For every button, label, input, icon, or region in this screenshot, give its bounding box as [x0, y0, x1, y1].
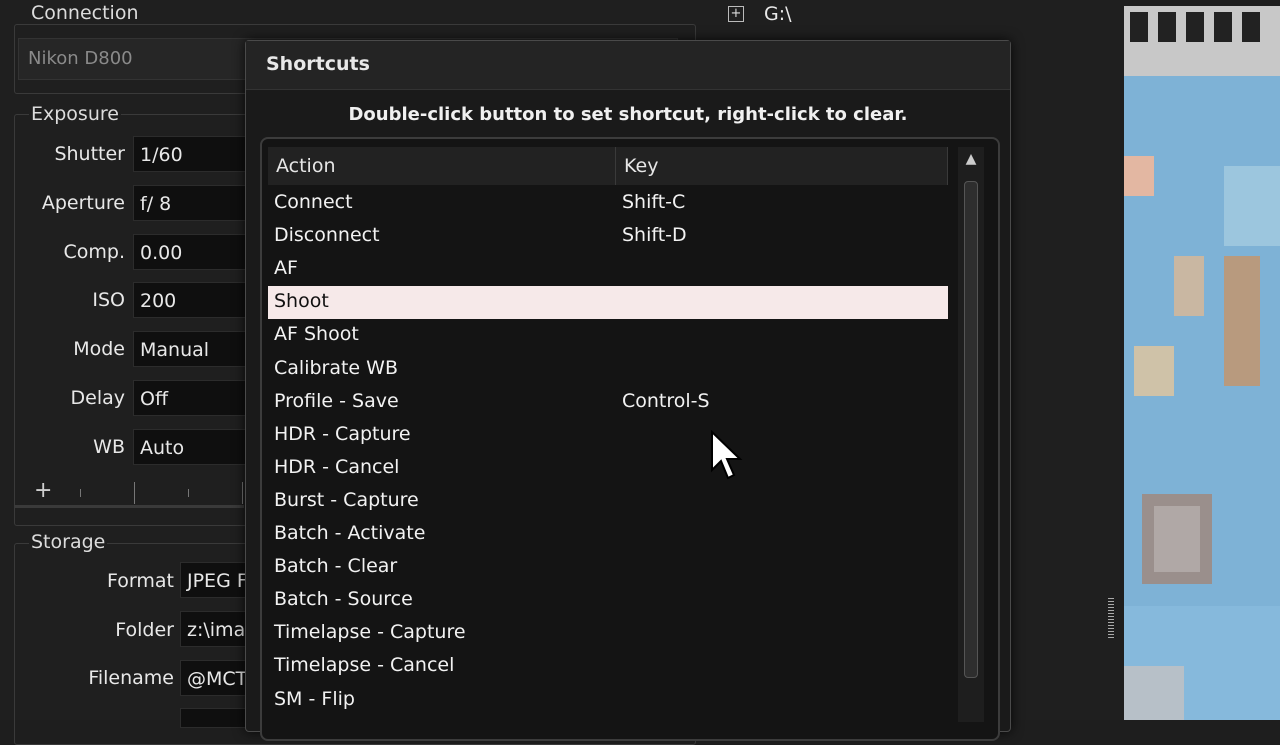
- shortcuts-dialog: Shortcuts Double-click button to set sho…: [245, 40, 1011, 741]
- shortcut-key-cell[interactable]: Shift-D: [622, 224, 687, 246]
- expand-icon[interactable]: +: [728, 6, 744, 22]
- compensation-label: Comp.: [63, 241, 126, 263]
- table-row[interactable]: Batch - Clear: [268, 551, 948, 584]
- column-header-key[interactable]: Key: [616, 147, 948, 185]
- table-row[interactable]: Connect Shift-C: [268, 187, 948, 220]
- iso-label: ISO: [92, 289, 125, 311]
- slider-tick: [80, 489, 81, 497]
- action-cell: Shoot: [274, 290, 329, 313]
- shortcut-key-cell[interactable]: Control-S: [622, 390, 710, 412]
- action-cell: Burst - Capture: [274, 488, 419, 511]
- folder-label: Folder: [115, 619, 174, 641]
- action-cell: Batch - Clear: [274, 555, 398, 578]
- delay-select[interactable]: Off: [133, 380, 253, 416]
- image-preview: [1124, 6, 1280, 720]
- scroll-thumb[interactable]: [964, 181, 978, 678]
- action-cell: AF Shoot: [274, 323, 359, 346]
- table-row[interactable]: Batch - Source: [268, 584, 948, 617]
- compensation-select[interactable]: 0.00: [133, 234, 253, 270]
- storage-title: Storage: [29, 531, 108, 553]
- table-row[interactable]: Timelapse - Cancel: [268, 650, 948, 683]
- action-cell: Calibrate WB: [274, 356, 398, 379]
- splitter-handle[interactable]: [1108, 598, 1114, 638]
- table-row[interactable]: Batch - Activate: [268, 518, 948, 551]
- table-row[interactable]: AF Shoot: [268, 319, 948, 352]
- action-cell: HDR - Cancel: [274, 455, 400, 478]
- table-row[interactable]: Shoot: [268, 286, 948, 320]
- action-cell: SM - Flip: [274, 687, 355, 710]
- connection-title: Connection: [29, 2, 141, 24]
- mouse-cursor-icon: [711, 430, 743, 480]
- delay-label: Delay: [70, 387, 126, 409]
- exposure-title: Exposure: [29, 103, 121, 125]
- aperture-label: Aperture: [41, 192, 125, 214]
- dialog-title: Shortcuts: [266, 53, 370, 75]
- format-label: Format: [107, 570, 174, 592]
- slider-track: [14, 505, 244, 508]
- scroll-up-icon[interactable]: ▲: [958, 147, 984, 173]
- action-cell: Profile - Save: [274, 389, 399, 412]
- add-icon[interactable]: +: [34, 478, 52, 503]
- filename-label: Filename: [88, 667, 174, 689]
- table-row[interactable]: HDR - Capture: [268, 419, 948, 452]
- table-row[interactable]: HDR - Cancel: [268, 452, 948, 485]
- exposure-slider[interactable]: +: [28, 478, 248, 506]
- action-cell: Timelapse - Cancel: [274, 654, 455, 677]
- action-cell: Batch - Activate: [274, 522, 426, 544]
- action-cell: Connect: [274, 191, 353, 213]
- table-row[interactable]: Disconnect Shift-D: [268, 220, 948, 253]
- circuit-board-image: [1124, 6, 1280, 720]
- table-row[interactable]: AF: [268, 253, 948, 286]
- slider-tick: [134, 482, 135, 504]
- mode-label: Mode: [73, 338, 125, 360]
- aperture-select[interactable]: f/ 8: [133, 185, 253, 221]
- slider-tick: [242, 482, 243, 504]
- tree-item-drive[interactable]: G:\: [764, 3, 792, 25]
- shortcuts-table: Action Key Connect Shift-C Disconnect Shift…: [260, 137, 1000, 741]
- table-row[interactable]: SM - Flip: [268, 684, 948, 717]
- table-row[interactable]: Calibrate WB: [268, 353, 948, 386]
- dialog-hint: Double-click button to set shortcut, rig…: [348, 104, 908, 125]
- shutter-select[interactable]: 1/60: [133, 136, 253, 172]
- folder-input[interactable]: z:\ima: [180, 611, 250, 647]
- wb-select[interactable]: Auto: [133, 429, 253, 465]
- table-row[interactable]: Timelapse - Capture: [268, 617, 948, 650]
- action-cell: Batch - Source: [274, 588, 413, 611]
- shortcut-key-cell[interactable]: Shift-C: [622, 191, 685, 213]
- wb-label: WB: [93, 436, 125, 458]
- filename-input[interactable]: @MCT: [180, 660, 250, 696]
- action-cell: AF: [274, 257, 298, 280]
- iso-select[interactable]: 200: [133, 282, 253, 318]
- extra-input[interactable]: [180, 708, 250, 728]
- action-cell: Disconnect: [274, 224, 380, 247]
- vertical-scrollbar[interactable]: ▲: [958, 147, 984, 722]
- table-row[interactable]: Burst - Capture: [268, 485, 948, 518]
- slider-tick: [188, 489, 189, 497]
- dialog-titlebar[interactable]: Shortcuts: [246, 41, 1010, 90]
- column-header-action[interactable]: Action: [268, 147, 616, 185]
- format-select[interactable]: JPEG F: [180, 562, 250, 598]
- shutter-label: Shutter: [54, 143, 125, 165]
- action-cell: Timelapse - Capture: [274, 621, 466, 644]
- action-cell: HDR - Capture: [274, 422, 411, 445]
- table-row[interactable]: Profile - Save Control-S: [268, 386, 948, 419]
- mode-select[interactable]: Manual: [133, 331, 253, 367]
